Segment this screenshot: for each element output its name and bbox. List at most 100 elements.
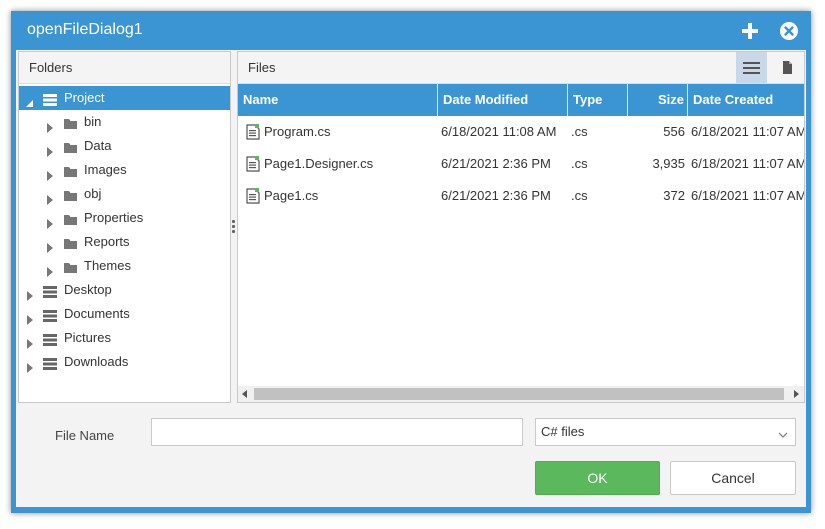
ok-button[interactable]: OK <box>535 461 660 495</box>
pane-splitter-handle[interactable] <box>232 220 236 238</box>
column-header-label: Type <box>573 92 603 107</box>
column-header-label: Date Modified <box>443 92 529 107</box>
scroll-right-arrow-icon[interactable] <box>794 390 799 398</box>
cs-file-icon <box>246 188 260 204</box>
folder-icon <box>63 163 79 177</box>
file-row[interactable]: Program.cs 6/18/2021 11:08 AM .cs 556 6/18/2… <box>238 116 805 148</box>
expand-arrow-icon[interactable] <box>45 189 55 205</box>
column-header-date-created[interactable]: Date Created <box>688 84 804 116</box>
expand-arrow-icon[interactable] <box>25 309 35 325</box>
files-header: Files <box>238 52 804 84</box>
file-row[interactable]: Page1.Designer.cs 6/21/2021 2:36 PM .cs 3,9… <box>238 148 805 180</box>
expand-arrow-icon[interactable] <box>45 237 55 253</box>
tree-node-images[interactable]: Images <box>19 158 230 182</box>
size-cell: 3,935 <box>652 156 685 171</box>
file-name-label: File Name <box>55 428 115 443</box>
tree-node-label: Documents <box>64 306 130 321</box>
size-cell: 556 <box>663 124 685 139</box>
expand-arrow-icon[interactable] <box>45 213 55 229</box>
folders-pane: Folders Project bin Data Images obj Propertie… <box>18 51 231 403</box>
tree-node-properties[interactable]: Properties <box>19 206 230 230</box>
scrollbar-thumb[interactable] <box>254 388 784 400</box>
folders-header: Folders <box>19 52 230 84</box>
open-file-dialog: openFileDialog1 Folders Project bin Data Im… <box>11 11 811 513</box>
file-name-cell: Program.cs <box>264 124 331 139</box>
folder-icon <box>63 259 79 273</box>
file-row[interactable]: Page1.cs 6/21/2021 2:36 PM .cs 372 6/18/2021… <box>238 180 804 212</box>
expand-arrow-icon[interactable] <box>45 261 55 277</box>
plus-icon[interactable] <box>740 21 760 41</box>
tree-node-label: Desktop <box>64 282 112 297</box>
horizontal-scrollbar[interactable] <box>238 386 804 402</box>
column-header-size[interactable]: Size <box>628 84 688 116</box>
tree-node-documents[interactable]: Documents <box>19 302 230 326</box>
date-created-cell: 6/18/2021 11:07 AM <box>691 156 805 171</box>
drive-icon <box>42 331 58 346</box>
column-header-name[interactable]: Name <box>238 84 438 116</box>
tree-node-desktop[interactable]: Desktop <box>19 278 230 302</box>
details-view-icon[interactable] <box>736 52 767 83</box>
file-type-filter-value: C# files <box>541 424 585 439</box>
chevron-down-icon <box>778 427 788 438</box>
type-cell: .cs <box>571 156 588 171</box>
column-header-label: Date Created <box>693 92 774 107</box>
files-header-label: Files <box>248 60 276 75</box>
type-cell: .cs <box>571 124 588 139</box>
tree-node-downloads[interactable]: Downloads <box>19 350 230 374</box>
tree-node-label: Downloads <box>64 354 129 369</box>
expand-arrow-icon[interactable] <box>45 141 55 157</box>
tree-node-label: Themes <box>84 258 131 273</box>
folder-icon <box>63 211 79 225</box>
date-modified-cell: 6/21/2021 2:36 PM <box>441 156 551 171</box>
scroll-left-arrow-icon[interactable] <box>242 390 247 398</box>
dialog-body: Folders Project bin Data Images obj Propertie… <box>16 50 806 507</box>
drive-icon <box>42 91 58 106</box>
tree-node-themes[interactable]: Themes <box>19 254 230 278</box>
column-header-type[interactable]: Type <box>568 84 628 116</box>
tree-node-label: bin <box>84 114 102 129</box>
files-pane: Files Name Date Modified Type Size Date … <box>237 51 805 403</box>
tree-node-label: Pictures <box>64 330 111 345</box>
file-name-cell: Page1.Designer.cs <box>264 156 374 171</box>
tree-node-label: Project <box>64 90 105 105</box>
tree-node-label: obj <box>84 186 102 201</box>
expand-arrow-icon[interactable] <box>25 357 35 373</box>
dialog-title: openFileDialog1 <box>27 21 143 38</box>
folder-icon <box>63 187 79 201</box>
folder-icon <box>63 139 79 153</box>
expand-arrow-icon[interactable] <box>45 117 55 133</box>
tree-node-label: Properties <box>84 210 144 225</box>
cs-file-icon <box>246 124 260 140</box>
column-header-label: Name <box>243 92 279 107</box>
drive-icon <box>42 283 58 298</box>
list-view-icon[interactable] <box>772 52 803 83</box>
drive-icon <box>42 307 58 322</box>
expand-arrow-icon[interactable] <box>45 165 55 181</box>
tree-node-obj[interactable]: obj <box>19 182 230 206</box>
close-circle-icon[interactable] <box>779 21 799 41</box>
date-modified-cell: 6/18/2021 11:08 AM <box>441 124 557 139</box>
expanded-arrow-icon[interactable] <box>25 93 35 107</box>
expand-arrow-icon[interactable] <box>25 285 35 301</box>
type-cell: .cs <box>571 188 588 203</box>
size-cell: 372 <box>663 188 685 203</box>
tree-node-reports[interactable]: Reports <box>19 230 230 254</box>
tree-node-project[interactable]: Project <box>19 86 230 110</box>
tree-node-label: Images <box>84 162 127 177</box>
file-type-filter-select[interactable]: C# files <box>535 418 796 446</box>
cancel-button[interactable]: Cancel <box>670 461 796 495</box>
tree-node-pictures[interactable]: Pictures <box>19 326 230 350</box>
column-header-date-modified[interactable]: Date Modified <box>438 84 568 116</box>
file-name-input[interactable] <box>151 418 523 446</box>
date-modified-cell: 6/21/2021 2:36 PM <box>441 188 551 203</box>
column-header-label: Size <box>657 92 684 107</box>
folder-icon <box>63 235 79 249</box>
expand-arrow-icon[interactable] <box>25 333 35 349</box>
cs-file-icon <box>246 156 260 172</box>
tree-node-data[interactable]: Data <box>19 134 230 158</box>
drive-icon <box>42 355 58 370</box>
tree-node-bin[interactable]: bin <box>19 110 230 134</box>
file-name-cell: Page1.cs <box>264 188 319 203</box>
date-created-cell: 6/18/2021 11:07 AM <box>691 124 805 139</box>
folder-icon <box>63 115 79 129</box>
